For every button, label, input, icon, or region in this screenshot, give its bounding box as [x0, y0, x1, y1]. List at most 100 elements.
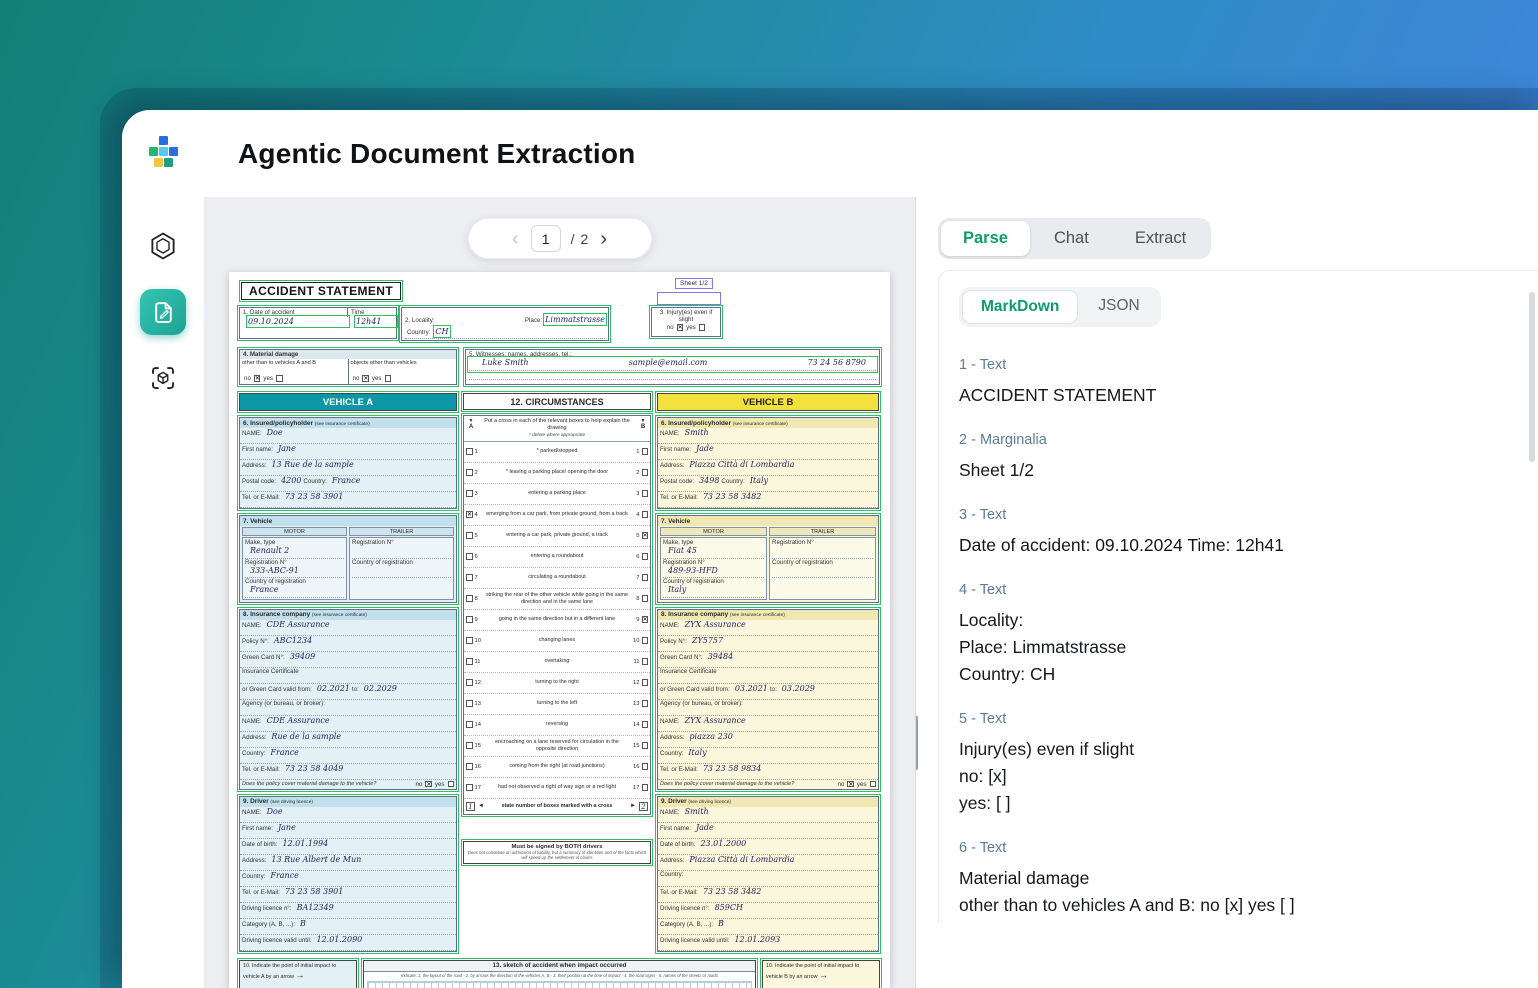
vehicle-a-checkbox: [466, 784, 473, 791]
sidebar-item-scan[interactable]: [140, 355, 186, 401]
field-label: First name:: [660, 446, 691, 453]
tab-extract[interactable]: Extract: [1113, 221, 1208, 256]
panel-resize-handle[interactable]: [915, 714, 920, 772]
country-reg-label: Country of registration: [352, 559, 451, 566]
result-line: objects other than vehicles: no [x] yes …: [959, 919, 1518, 923]
damage-question: Does the policy cover material damage to…: [240, 780, 456, 789]
row-number-right: 14: [631, 722, 640, 728]
field-label: Tel. or E-Mail:: [660, 494, 698, 501]
field-row: Tel. or E-Mail: 73 23 58 4049: [240, 764, 456, 780]
row-number-right: 13: [631, 701, 640, 707]
row-number-right: 9: [631, 617, 640, 623]
document-page: ACCIDENT STATEMENT Sheet 1/2 1. Date of …: [229, 272, 890, 988]
sidebar-item-document-extraction[interactable]: [140, 289, 186, 335]
material-damage-options: other than to vehicles A and B no ✕ yes: [240, 359, 456, 384]
document-viewer: ‹ 1 /2 › ACCIDENT STATEMENT Sheet 1/2 1.…: [204, 197, 915, 988]
vehicle-a-total: 1: [466, 802, 475, 811]
field-row: First name: Jade: [658, 444, 878, 460]
field-row: Date of birth: 23.01.2000: [658, 839, 878, 855]
next-page-button[interactable]: ›: [598, 229, 609, 249]
field-value: Jade: [696, 444, 714, 453]
make-value: Fiat 45: [668, 546, 697, 555]
field-value: Smith: [685, 807, 709, 816]
section-note: (see insurance certificate): [733, 422, 788, 427]
date-label: 1. Date of accident: [240, 308, 348, 317]
field-row: Category (A, B, ...): B: [240, 919, 456, 935]
panel-scrollbar[interactable]: [1529, 292, 1535, 462]
scan-cube-icon: [148, 363, 178, 393]
country-reg-label: Country of registration: [663, 578, 764, 585]
yes-checkbox: [870, 781, 877, 788]
witness-email: sample@email.com: [629, 358, 708, 367]
field-label: Address:: [660, 857, 684, 864]
circumstance-row: 2 * leaving a parking place/ opening the…: [464, 463, 650, 484]
no-label: no: [353, 375, 360, 382]
right-arrow-icon: ►: [630, 803, 636, 809]
page-number-input[interactable]: 1: [531, 225, 561, 252]
vehicle-b-checkbox: ✕: [642, 616, 649, 623]
field-row: First name: Jane: [240, 444, 456, 460]
field-value: ZY5757: [692, 636, 723, 645]
place-label: Place:: [525, 317, 542, 324]
vehicle-a-checkbox: [466, 595, 473, 602]
previous-page-button[interactable]: ‹: [510, 229, 521, 249]
vehicle-a-checkbox: [466, 574, 473, 581]
make-label: Make, type: [245, 539, 344, 546]
section-title: 8. Insurance company: [243, 611, 310, 618]
circumstance-row: 9 going in the same direction but in a d…: [464, 610, 650, 631]
row-number-left: 3: [475, 491, 484, 497]
circumstances-body: ▼A Put a cross in each of the relevant b…: [463, 415, 651, 815]
row-number-right: 3: [631, 491, 640, 497]
no-label: no: [415, 781, 422, 788]
circumstance-row: 14 reversing 14: [464, 715, 650, 736]
field-row: Driving licence valid until: 12.01.2090: [240, 935, 456, 951]
field-row: Policy N°: ABC1234: [240, 636, 456, 652]
circumstance-text: had not observed a right of way sign or …: [486, 784, 629, 791]
logo-cubes-icon: [148, 136, 178, 172]
field-label: or Green Card valid from:: [242, 686, 312, 693]
tab-markdown[interactable]: MarkDown: [962, 290, 1078, 324]
field-value-2: 03.2029: [782, 684, 815, 693]
field-rows: NAME: Smith First name: Jade: [658, 428, 878, 508]
field-row: Address: Piazza Città di Lombardia: [658, 460, 878, 476]
format-tabs: MarkDown JSON: [959, 287, 1161, 327]
field-value: CDE Assurance: [267, 716, 330, 725]
field-value: 73 23 58 3482: [703, 887, 762, 896]
country-reg-label: Country of registration: [245, 578, 344, 585]
field-row: Category (A, B, ...): B: [658, 919, 878, 935]
sidebar-item-models[interactable]: [140, 223, 186, 269]
field-label: or Green Card valid from:: [660, 686, 730, 693]
circumstance-text: circulating a roundabout: [486, 574, 629, 581]
sketch-note: Indicate: 1. the layout of the road - 2.…: [364, 972, 755, 979]
tab-json[interactable]: JSON: [1080, 290, 1157, 324]
sketch-grid: [367, 981, 752, 988]
circumstance-row: 13 turning to the left 13: [464, 694, 650, 715]
vehicle-a-column: VEHICLE A 6. Insured/policyholder (see i…: [239, 393, 457, 952]
damage-question: Does the policy cover material damage to…: [658, 780, 878, 789]
field-label: Driving licence n°:: [242, 905, 292, 912]
tab-chat[interactable]: Chat: [1032, 221, 1111, 256]
field-row: Date of birth: 12.01.1994: [240, 839, 456, 855]
date-value: 09.10.2024: [248, 317, 348, 326]
vehicle-b-checkbox: [642, 448, 649, 455]
field-value: 39409: [290, 652, 315, 661]
field-label: Date of birth:: [242, 841, 277, 848]
field-rows: NAME: ZYX Assurance Policy N°: ZY5757: [658, 620, 878, 780]
field-rows: NAME: Smith First name: Jade: [658, 807, 878, 951]
field-value: Doe: [267, 807, 283, 816]
row-number-right: 2: [631, 470, 640, 476]
tab-parse[interactable]: Parse: [941, 221, 1030, 256]
circumstance-text: turning to the left: [486, 700, 629, 707]
vehicle-a-checkbox: [466, 658, 473, 665]
field-value: 73 23 58 4049: [285, 764, 344, 773]
field-label: Country:: [660, 871, 683, 878]
impact-a-text: 10. Indicate the point of initial impact…: [243, 963, 336, 980]
vehicle-a-checkbox: [466, 448, 473, 455]
app-body: ‹ 1 /2 › ACCIDENT STATEMENT Sheet 1/2 1.…: [122, 197, 1538, 988]
field-row: NAME: CDE Assurance: [240, 620, 456, 636]
result-lines: Material damage other than to vehicles A…: [959, 865, 1518, 923]
field-value: Italy: [688, 748, 706, 757]
material-damage-option: objects other than vehicles no ✕ yes: [349, 359, 457, 384]
result-lines: Locality: Place: Limmatstrasse Country: …: [959, 607, 1518, 688]
vehicle-b-checkbox: [642, 679, 649, 686]
